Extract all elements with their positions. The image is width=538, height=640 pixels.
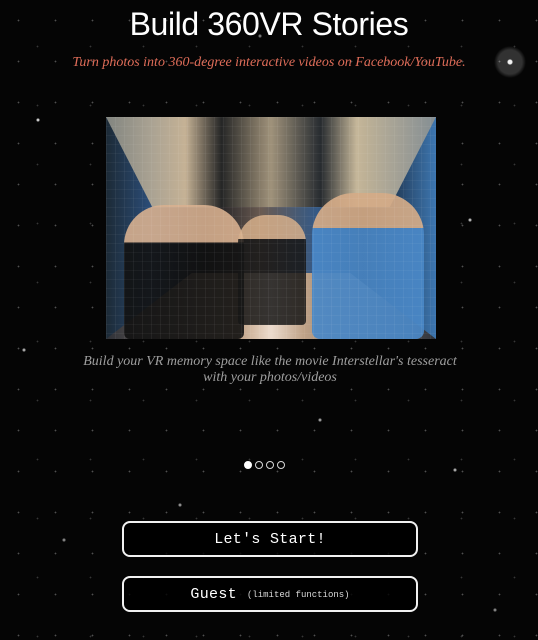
carousel-dot-1[interactable] (244, 461, 252, 469)
page-title: Build 360VR Stories (129, 6, 409, 42)
start-button[interactable]: Let's Start! (122, 521, 418, 557)
guest-button-label: Guest (190, 585, 237, 603)
carousel-dot-4[interactable] (277, 461, 285, 469)
page-subtitle: Turn photos into 360-degree interactive … (72, 55, 466, 70)
start-button-label: Let's Start! (214, 530, 326, 548)
hero-caption: Build your VR memory space like the movi… (83, 354, 457, 385)
guest-button[interactable]: Guest (limited functions) (122, 576, 418, 612)
hero-image-grid-overlay (106, 117, 436, 339)
carousel-dot-3[interactable] (266, 461, 274, 469)
carousel-dot-2[interactable] (255, 461, 263, 469)
carousel-dots (244, 461, 285, 469)
hero-image (106, 117, 436, 339)
guest-button-note: (limited functions) (246, 590, 350, 600)
